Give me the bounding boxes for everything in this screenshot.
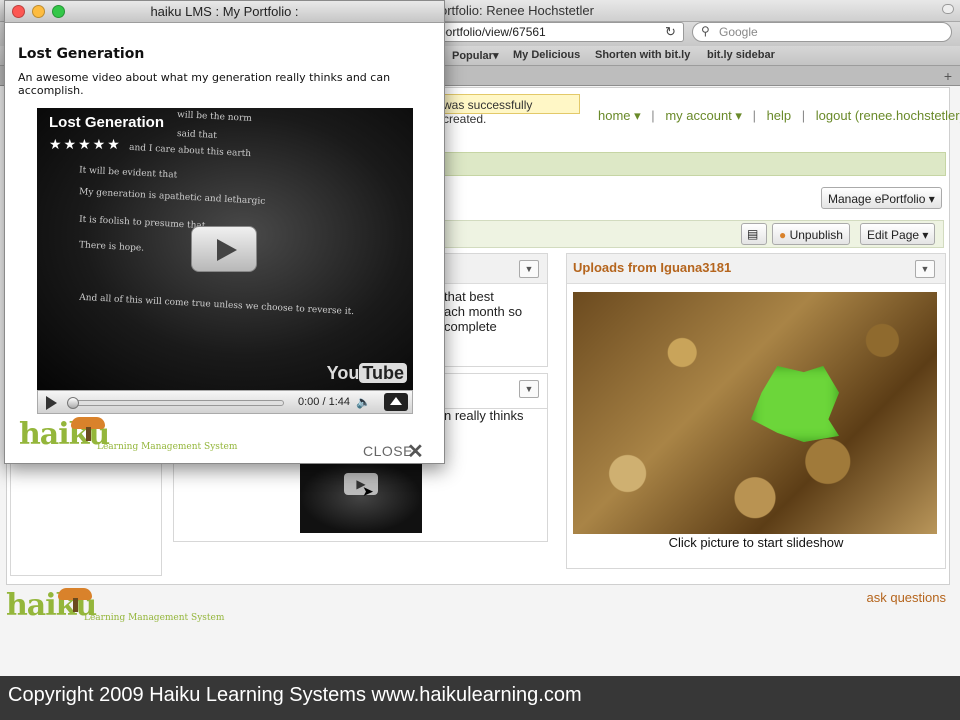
bonsai-icon <box>58 588 92 612</box>
poem-line: will be the norm <box>176 110 253 124</box>
video-controls: 0:00 / 1:44 🔈 <box>37 390 413 414</box>
haiku-logo-footer: haiku Learning Management System <box>6 588 224 626</box>
star-rating: ★★★★★ <box>49 136 122 152</box>
bonsai-icon <box>71 417 105 441</box>
volume-icon[interactable]: 🔈 <box>356 395 371 409</box>
play-icon <box>217 239 237 261</box>
fullscreen-icon[interactable] <box>384 393 408 411</box>
youtube-logo-tube: Tube <box>359 363 407 383</box>
logo-tagline: Learning Management System <box>84 613 225 623</box>
layout-icon[interactable]: ▤ <box>741 223 767 245</box>
uploads-panel-header: Uploads from Iguana3181 ▼ <box>567 254 945 284</box>
panel-2-text: n really thinks <box>444 408 524 423</box>
poem-line: It will be evident that <box>78 165 178 181</box>
popup-window-title: haiku LMS : My Portfolio : <box>150 4 299 19</box>
poem-line: My generation is apathetic and lethargic <box>78 187 266 207</box>
chevron-down-icon: ▾ <box>630 108 641 123</box>
panel-menu-icon[interactable]: ▼ <box>519 260 539 278</box>
close-button[interactable]: CLOSE <box>363 443 413 459</box>
manage-eportfolio-label: Manage ePortfolio <box>828 192 926 206</box>
edit-page-button[interactable]: Edit Page ▾ <box>860 223 936 245</box>
chevron-down-icon: ▾ <box>922 228 929 242</box>
bookmark-my-delicious[interactable]: My Delicious <box>513 49 580 61</box>
haiku-logo-popup: haiku Learning Management System <box>19 417 237 455</box>
play-icon[interactable] <box>46 396 57 410</box>
nav-separator: | <box>752 108 756 123</box>
poem-line: said that <box>176 128 218 142</box>
scrubber-handle[interactable] <box>67 397 79 409</box>
video-thumbnail[interactable]: ▶ ➤ <box>300 461 422 533</box>
uploads-title: Uploads from Iguana3181 <box>573 260 732 275</box>
copyright-banner: Copyright 2009 Haiku Learning Systems ww… <box>0 676 960 720</box>
nav-logout[interactable]: logout (renee.hochstetler) <box>816 108 960 123</box>
ask-questions-link[interactable]: ask questions <box>867 590 947 605</box>
browser-window-title: ortfolio: Renee Hochstetler <box>440 3 594 18</box>
bookmark-popular[interactable]: Popular▾ <box>452 49 498 62</box>
top-navigation: home ▾ | my account ▾ | help | logout (r… <box>598 108 960 124</box>
item-description: An awesome video about what my generatio… <box>18 71 391 97</box>
poem-line: There is hope. <box>78 240 145 254</box>
time-display: 0:00 / 1:44 <box>298 396 350 408</box>
search-icon: ⚲ <box>701 24 710 38</box>
progress-bar[interactable] <box>67 397 284 409</box>
nav-my-account[interactable]: my account <box>665 108 731 123</box>
item-title: Lost Generation <box>18 46 145 62</box>
bookmark-bitly-sidebar[interactable]: bit.ly sidebar <box>707 49 775 61</box>
chevron-down-icon: ▾ <box>731 108 742 123</box>
bookmark-shorten-bitly[interactable]: Shorten with bit.ly <box>595 49 690 61</box>
search-input[interactable]: ⚲ Google <box>692 22 952 42</box>
close-icon[interactable]: ✕ <box>407 439 424 464</box>
youtube-video-player[interactable]: Lost Generation ★★★★★ will be the norm s… <box>37 108 413 390</box>
nav-help[interactable]: help <box>767 108 792 123</box>
video-title: Lost Generation <box>49 114 165 131</box>
copyright-text: Copyright 2009 Haiku Learning Systems ww… <box>8 684 582 706</box>
edit-page-label: Edit Page <box>867 228 920 242</box>
popup-titlebar: haiku LMS : My Portfolio : <box>5 1 444 23</box>
mouse-cursor-icon: ➤ <box>362 483 374 499</box>
toolbar-toggle-icon[interactable] <box>942 4 954 14</box>
popup-body: Lost Generation An awesome video about w… <box>5 23 444 463</box>
nav-separator: | <box>801 108 806 123</box>
poem-line: It is foolish to presume that <box>78 214 206 232</box>
unpublish-button[interactable]: ● Unpublish <box>772 223 850 245</box>
green-leaf-image <box>751 366 839 442</box>
play-button[interactable] <box>191 226 257 272</box>
slideshow-caption: Click picture to start slideshow <box>668 535 844 550</box>
page-title-bar <box>440 152 946 176</box>
portfolio-popup-window: haiku LMS : My Portfolio : Lost Generati… <box>4 0 445 464</box>
poem-line: and I care about this earth <box>128 142 252 160</box>
panel-menu-icon[interactable]: ▼ <box>519 380 539 398</box>
slideshow-photo[interactable] <box>573 292 937 534</box>
address-bar[interactable]: portfolio/view/67561 <box>430 22 684 42</box>
sidebar-box <box>10 462 162 576</box>
reload-icon[interactable]: ↻ <box>665 24 676 40</box>
unpublish-icon: ● <box>779 228 790 242</box>
text-panel-2: ▼ <box>440 373 548 409</box>
poem-line: And all of this will come true unless we… <box>78 292 355 318</box>
logo-tagline: Learning Management System <box>97 442 238 452</box>
flash-message: was successfully created. <box>436 94 580 126</box>
unpublish-label: Unpublish <box>789 228 843 242</box>
new-tab-icon[interactable]: + <box>944 68 952 84</box>
manage-eportfolio-button[interactable]: Manage ePortfolio ▾ <box>821 187 942 209</box>
youtube-logo: You Tube <box>327 363 407 384</box>
panel-1-text: that best ach month so complete <box>444 289 523 334</box>
nav-home[interactable]: home <box>598 108 631 123</box>
panel-menu-icon[interactable]: ▼ <box>915 260 935 278</box>
nav-separator: | <box>651 108 655 123</box>
search-placeholder: Google <box>719 25 758 39</box>
youtube-logo-text: You <box>326 363 360 383</box>
chevron-down-icon: ▾ <box>928 192 935 206</box>
